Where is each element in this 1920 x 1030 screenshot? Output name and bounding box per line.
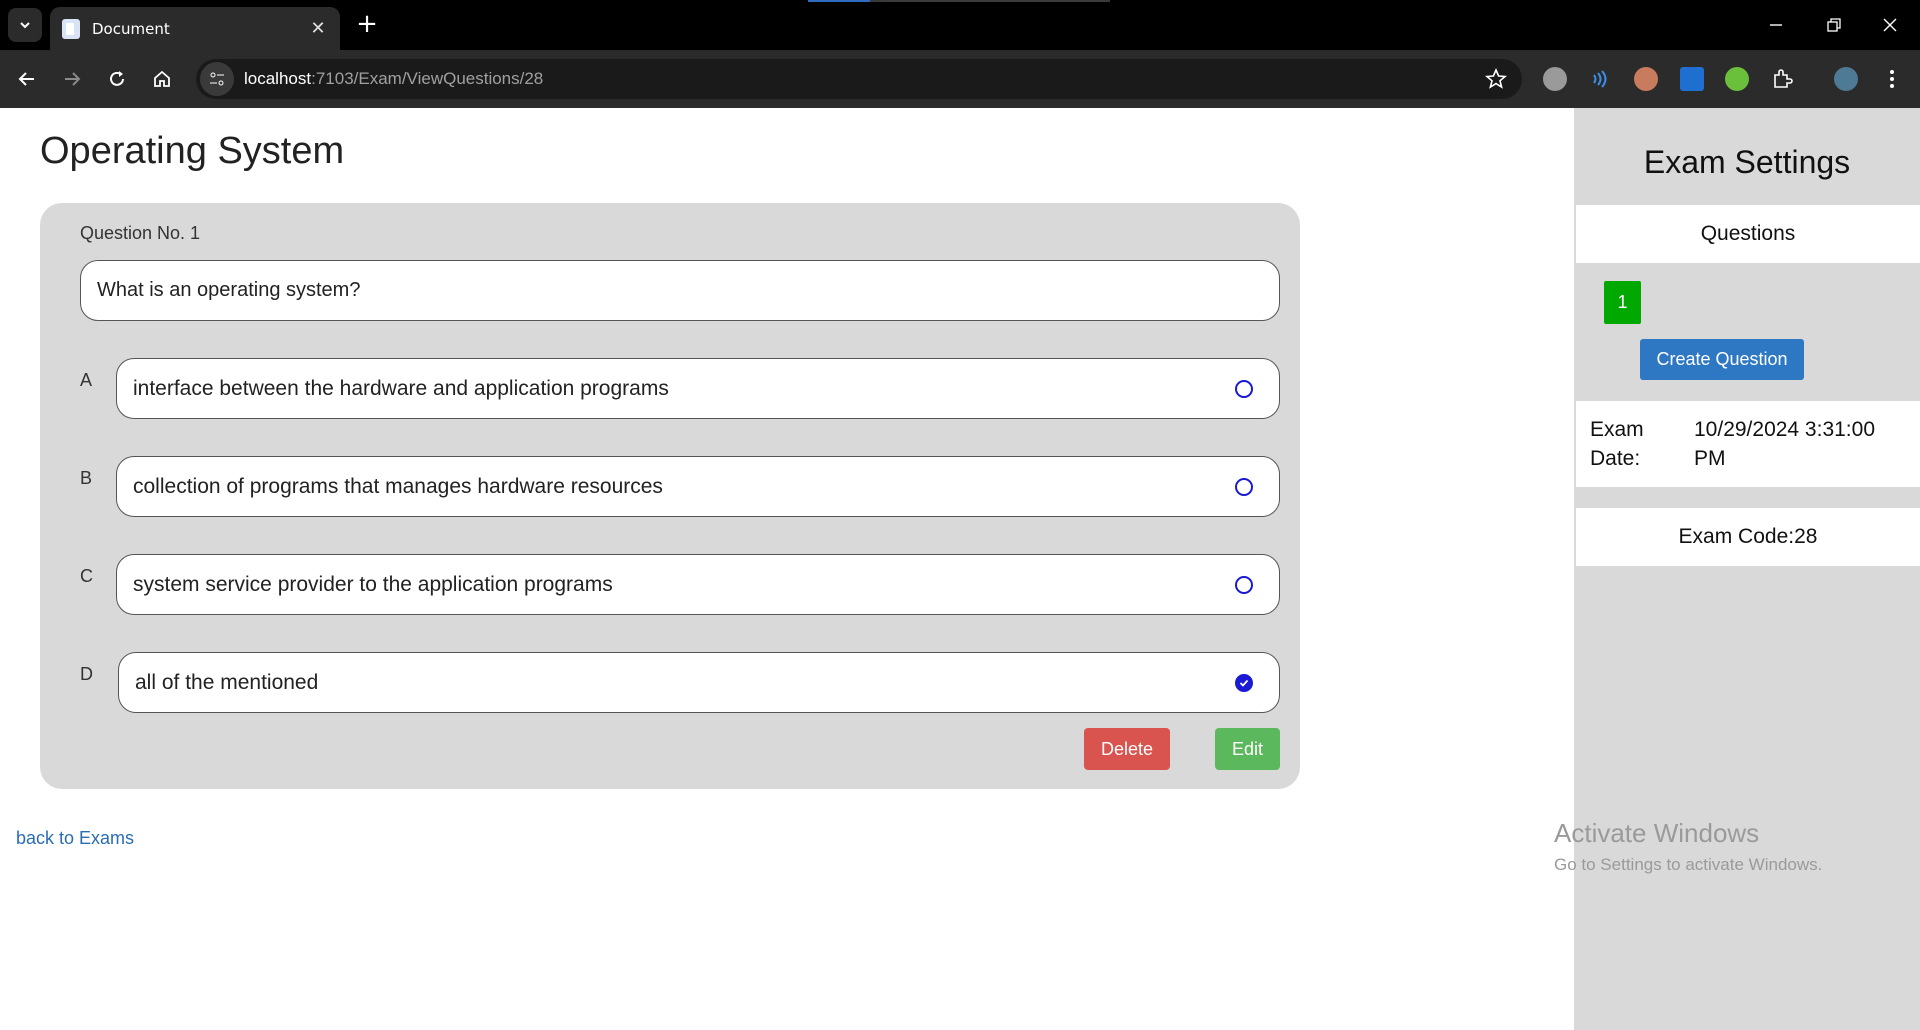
address-bar[interactable]: localhost:7103/Exam/ViewQuestions/28 [196,59,1522,99]
question-card: Question No. 1 What is an operating syst… [40,203,1300,789]
option-b[interactable]: collection of programs that manages hard… [116,456,1280,517]
option-letter-c: C [80,566,93,586]
tab-strip-indicator-active [808,0,870,2]
page-content: Operating System Question No. 1 What is … [0,108,1920,1030]
exam-date-label: Exam Date: [1590,418,1644,470]
page-title: Operating System [40,130,345,172]
face-extension-icon[interactable] [1634,67,1658,91]
chevron-down-icon [20,22,30,29]
profile-avatar[interactable] [1834,67,1858,91]
url-host: localhost [244,69,312,88]
tab-search-button[interactable] [8,8,42,42]
restore-icon [1827,18,1841,32]
option-letter-a: A [80,370,93,390]
browser-toolbar: localhost:7103/Exam/ViewQuestions/28 [0,50,1920,108]
bookmark-star-button[interactable] [1484,67,1508,91]
minimize-button[interactable] [1748,0,1804,50]
exam-settings-sidebar: Exam Settings Questions 1 Create Questio… [1574,108,1920,1030]
reload-button[interactable] [100,62,134,96]
minimize-icon [1770,24,1782,26]
option-d-text: all of the mentioned [135,670,319,694]
document-icon [62,18,80,39]
exam-code: Exam Code:28 [1576,508,1920,566]
home-icon [154,70,170,87]
close-window-button[interactable] [1862,0,1918,50]
forward-button[interactable] [55,62,89,96]
watermark-subtitle: Go to Settings to activate Windows. [1554,855,1823,874]
arrow-right-icon [65,72,81,86]
option-c[interactable]: system service provider to the applicati… [116,554,1280,615]
delete-button[interactable]: Delete [1084,728,1170,770]
audio-extension-icon[interactable] [1588,67,1612,91]
star-icon [1485,67,1507,89]
option-letter-b: B [80,468,93,488]
close-tab-icon[interactable]: ✕ [308,18,328,39]
close-icon [1883,18,1897,32]
site-info-button[interactable] [200,62,234,96]
option-b-radio[interactable] [1235,477,1253,496]
reload-icon [110,71,124,86]
create-question-button[interactable]: Create Question [1640,339,1804,380]
tab-title: Document [92,19,170,38]
windows-activation-watermark: Activate Windows Go to Settings to activ… [1554,818,1822,875]
globe-extension-icon[interactable] [1543,67,1567,91]
plus-extension-icon[interactable] [1725,67,1749,91]
check-icon [1239,679,1249,687]
browser-tab-bar: Document ✕ + [0,0,1920,50]
puzzle-extensions-icon[interactable] [1770,67,1794,91]
tune-icon [210,72,224,86]
option-d[interactable]: all of the mentioned [118,652,1280,713]
exam-date-value: 10/29/2024 3:31:00 PM [1694,418,1876,470]
option-a-radio[interactable] [1235,379,1253,398]
question-chip[interactable]: 1 [1604,281,1641,324]
option-a[interactable]: interface between the hardware and appli… [116,358,1280,419]
option-a-text: interface between the hardware and appli… [133,376,669,400]
back-to-exams-link[interactable]: back to Exams [16,828,134,849]
question-number: Question No. 1 [80,223,201,243]
option-c-text: system service provider to the applicati… [133,572,613,596]
restore-button[interactable] [1806,0,1862,50]
translate-extension-icon[interactable] [1680,67,1704,91]
option-letter-d: D [80,664,93,684]
browser-menu-button[interactable] [1880,67,1904,91]
exam-date-panel: Exam Date: 10/29/2024 3:31:00 PM [1576,401,1920,487]
option-c-radio[interactable] [1235,575,1253,594]
home-button[interactable] [145,62,179,96]
new-tab-button[interactable]: + [352,10,382,40]
more-vert-icon [1890,70,1894,88]
back-button[interactable] [10,62,44,96]
url-path: :7103/Exam/ViewQuestions/28 [311,69,544,88]
question-text-field: What is an operating system? [80,260,1280,321]
watermark-title: Activate Windows [1554,818,1760,848]
edit-button[interactable]: Edit [1215,728,1280,770]
url-text: localhost:7103/Exam/ViewQuestions/28 [244,69,543,89]
arrow-left-icon [18,72,34,86]
browser-tab[interactable]: Document ✕ [50,7,340,50]
questions-header: Questions [1576,205,1920,263]
option-b-text: collection of programs that manages hard… [133,474,663,498]
sidebar-title: Exam Settings [1643,144,1851,180]
option-d-radio[interactable] [1235,673,1253,692]
